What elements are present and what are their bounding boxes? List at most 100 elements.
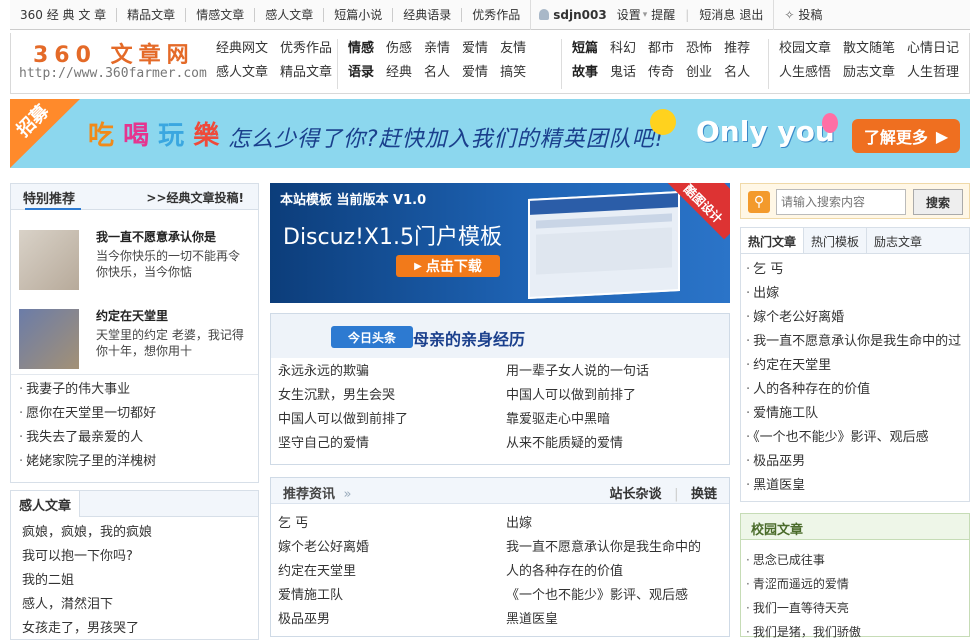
list-item[interactable]: 我妻子的伟大事业 — [19, 378, 156, 402]
tab-inspirational[interactable]: 励志文章 — [867, 228, 929, 253]
top-nav-link[interactable]: 经典语录 — [393, 7, 463, 22]
list-item[interactable]: 爱情施工队 — [746, 402, 964, 426]
list-item[interactable]: 人的各种存在的价值 — [746, 378, 964, 402]
nav-link[interactable]: 推荐 — [724, 41, 750, 57]
headline-title[interactable]: 母亲的亲身经历 — [413, 326, 525, 350]
nav-category[interactable]: 故事 — [572, 65, 598, 81]
news-link[interactable]: 乞 丐 — [278, 512, 506, 536]
nav-link[interactable]: 励志文章 — [843, 65, 895, 81]
nav-link[interactable]: 名人 — [424, 65, 450, 81]
list-item[interactable]: 思念已成往事 — [746, 548, 861, 572]
headline-link[interactable]: 用一辈子女人说的一句话 — [506, 360, 734, 384]
messages-link[interactable]: 短消息 — [699, 6, 735, 23]
webmaster-talk-link[interactable]: 站长杂谈 — [610, 487, 662, 502]
list-item[interactable]: 黑道医皇 — [746, 474, 964, 498]
nav-link[interactable]: 都市 — [648, 41, 674, 57]
username-link[interactable]: sdjn003 — [553, 8, 606, 22]
top-nav-link[interactable]: 优秀作品 — [462, 8, 530, 22]
list-item[interactable]: 感人，潸然泪下 — [19, 593, 152, 617]
nav-link[interactable]: 友情 — [500, 41, 526, 57]
learn-more-button[interactable]: 了解更多 ▶ — [852, 119, 960, 153]
nav-link[interactable]: 校园文章 — [779, 41, 831, 57]
news-link[interactable]: 出嫁 — [506, 512, 734, 536]
headline-link[interactable]: 女生沉默，男生会哭 — [278, 384, 506, 408]
list-item[interactable]: 我们是猪，我们骄傲 — [746, 620, 861, 644]
top-nav-link[interactable]: 短篇小说 — [324, 7, 394, 22]
list-item[interactable]: 我可以抱一下你吗? — [19, 545, 152, 569]
nav-link[interactable]: 搞笑 — [500, 65, 526, 81]
list-item[interactable]: 出嫁 — [746, 282, 964, 306]
feature-title[interactable]: 约定在天堂里 — [96, 307, 168, 324]
remind-link[interactable]: 提醒 — [651, 6, 675, 23]
settings-link[interactable]: 设置 — [617, 6, 641, 23]
download-button[interactable]: ▶ 点击下载 — [396, 255, 500, 277]
headline-link[interactable]: 中国人可以做到前排了 — [278, 408, 506, 432]
headline-link[interactable]: 靠爱驱走心中黑暗 — [506, 408, 734, 432]
top-nav-link[interactable]: 精品文章 — [117, 7, 187, 22]
list-item[interactable]: 女孩走了，男孩哭了 — [19, 617, 152, 641]
feature-title[interactable]: 我一直不愿意承认你是 — [96, 228, 216, 245]
search-button[interactable]: 搜索 — [913, 189, 963, 215]
nav-link[interactable]: 爱情 — [462, 41, 488, 57]
nav-link[interactable]: 恐怖 — [686, 41, 712, 57]
nav-link[interactable]: 科幻 — [610, 41, 636, 57]
nav-link[interactable]: 亲情 — [424, 41, 450, 57]
list-item[interactable]: 我的二姐 — [19, 569, 152, 593]
list-item[interactable]: 愿你在天堂里一切都好 — [19, 402, 156, 426]
headline-link[interactable]: 从来不能质疑的爱情 — [506, 432, 734, 456]
list-item[interactable]: 青涩而遥远的爱情 — [746, 572, 861, 596]
news-link[interactable]: 嫁个老公好离婚 — [278, 536, 506, 560]
list-item[interactable]: 约定在天堂里 — [746, 354, 964, 378]
link-exchange-link[interactable]: 换链 — [691, 487, 717, 502]
headline-link[interactable]: 永远永远的欺骗 — [278, 360, 506, 384]
list-item[interactable]: 我一直不愿意承认你是我生命中的过 — [746, 330, 964, 354]
contribute-link[interactable]: 投稿 — [798, 6, 822, 23]
list-item[interactable]: 疯娘，疯娘，我的疯娘 — [19, 521, 152, 545]
contribute-link[interactable]: >>经典文章投稿! — [146, 189, 244, 206]
list-item[interactable]: 《一个也不能少》影评、观后感 — [746, 426, 964, 450]
nav-link[interactable]: 名人 — [724, 65, 750, 81]
list-item[interactable]: 姥姥家院子里的洋槐树 — [19, 450, 156, 474]
news-link[interactable]: 极品巫男 — [278, 608, 506, 632]
nav-link[interactable]: 传奇 — [648, 65, 674, 81]
logout-link[interactable]: 退出 — [739, 6, 763, 23]
list-item[interactable]: 极品巫男 — [746, 450, 964, 474]
nav-link[interactable]: 鬼话 — [610, 65, 636, 81]
nav-link[interactable]: 心情日记 — [907, 41, 959, 57]
nav-link[interactable]: 散文随笔 — [843, 41, 895, 57]
top-nav-link[interactable]: 感人文章 — [255, 7, 325, 22]
news-link[interactable]: 《一个也不能少》影评、观后感 — [506, 584, 734, 608]
nav-link[interactable]: 人生感悟 — [779, 65, 831, 81]
tab-hot-templates[interactable]: 热门模板 — [804, 228, 868, 253]
nav-category[interactable]: 短篇 — [572, 41, 598, 57]
recruit-banner[interactable]: 招募 吃 喝 玩 樂 怎么少得了你?赶快加入我们的精英团队吧! Only you… — [10, 99, 970, 168]
nav-link[interactable]: 爱情 — [462, 65, 488, 81]
nav-link[interactable]: 感人文章 — [216, 65, 268, 81]
list-item[interactable]: 乞 丐 — [746, 258, 964, 282]
nav-link[interactable]: 优秀作品 — [280, 41, 332, 57]
box-title[interactable]: 感人文章 — [11, 491, 81, 517]
nav-link[interactable]: 经典网文 — [216, 41, 268, 57]
nav-link[interactable]: 人生哲理 — [907, 65, 959, 81]
feature-item[interactable]: 我一直不愿意承认你是 当今你快乐的一切不能再令你快乐，当今你惦 — [19, 230, 249, 292]
nav-link[interactable]: 伤感 — [386, 41, 412, 57]
headline-link[interactable]: 中国人可以做到前排了 — [506, 384, 734, 408]
nav-link[interactable]: 精品文章 — [280, 65, 332, 81]
news-link[interactable]: 黑道医皇 — [506, 608, 734, 632]
nav-category[interactable]: 情感 — [348, 41, 374, 57]
feature-item[interactable]: 约定在天堂里 天堂里的约定 老婆，我记得你十年，想你用十 — [19, 309, 249, 371]
nav-link[interactable]: 创业 — [686, 65, 712, 81]
list-item[interactable]: 嫁个老公好离婚 — [746, 306, 964, 330]
template-banner[interactable]: 本站模板 当前版本 V1.0 Discuz!X1.5门户模板 ▶ 点击下载 酷图… — [270, 183, 730, 303]
nav-link[interactable]: 经典 — [386, 65, 412, 81]
news-link[interactable]: 约定在天堂里 — [278, 560, 506, 584]
list-item[interactable]: 我失去了最亲爱的人 — [19, 426, 156, 450]
list-item[interactable]: 我们一直等待天亮 — [746, 596, 861, 620]
news-link[interactable]: 我一直不愿意承认你是我生命中的 — [506, 536, 734, 560]
tab-hot-articles[interactable]: 热门文章 — [741, 228, 805, 253]
site-name[interactable]: 360 经 典 文 章 — [10, 7, 118, 22]
news-link[interactable]: 爱情施工队 — [278, 584, 506, 608]
search-input[interactable] — [776, 189, 906, 215]
headline-link[interactable]: 坚守自己的爱情 — [278, 432, 506, 456]
nav-category[interactable]: 语录 — [348, 65, 374, 81]
